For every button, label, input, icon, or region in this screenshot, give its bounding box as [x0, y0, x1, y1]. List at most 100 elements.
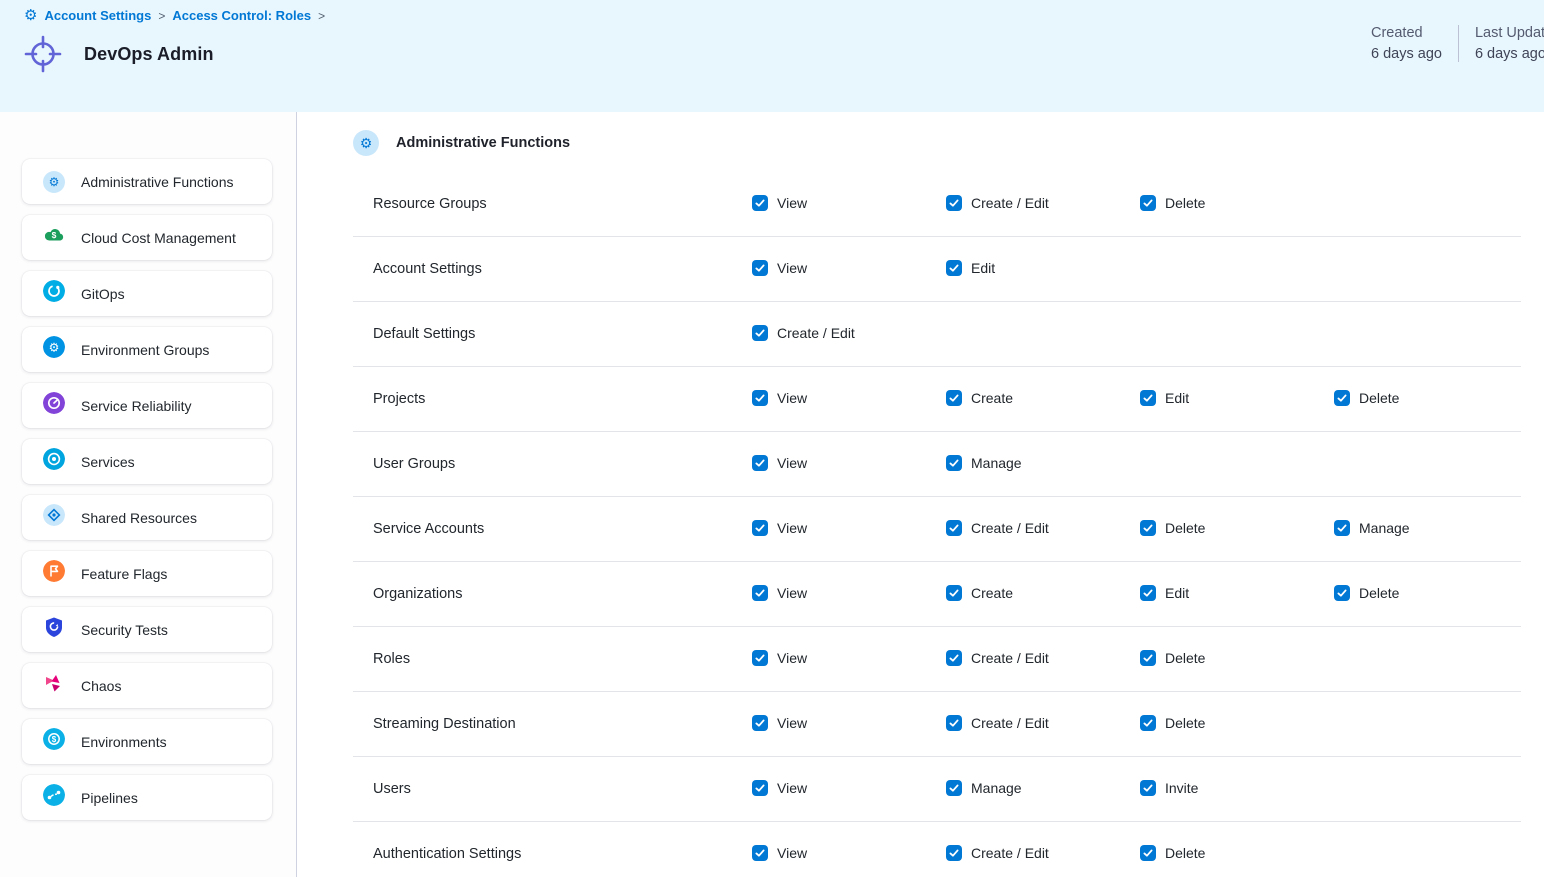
checkbox-checked[interactable]: [752, 520, 768, 536]
permission-label: Create / Edit: [971, 195, 1049, 211]
cloud-dollar-icon: $: [43, 224, 65, 251]
flag-icon: [43, 560, 65, 587]
checkbox-checked[interactable]: [752, 780, 768, 796]
checkbox-checked[interactable]: [752, 455, 768, 471]
checkbox-checked[interactable]: [1140, 520, 1156, 536]
permission-label: Manage: [1359, 520, 1410, 536]
permission-projects-edit: Edit: [1140, 390, 1189, 406]
checkbox-checked[interactable]: [1140, 715, 1156, 731]
role-meta: Created 6 days ago Last Updated 6 days a…: [1371, 25, 1544, 62]
permission-label: View: [777, 585, 807, 601]
gear-icon: ⚙: [353, 130, 379, 156]
crosshair-target-icon: [24, 35, 62, 73]
sidebar-item-chaos[interactable]: Chaos: [22, 663, 272, 708]
sidebar-item-label: Administrative Functions: [81, 174, 234, 190]
checkbox-checked[interactable]: [752, 390, 768, 406]
gitops-icon: [43, 280, 65, 307]
checkbox-checked[interactable]: [946, 715, 962, 731]
section-header: ⚙ Administrative Functions: [353, 114, 1544, 172]
checkbox-checked[interactable]: [752, 325, 768, 341]
permission-label: View: [777, 650, 807, 666]
checkbox-checked[interactable]: [946, 260, 962, 276]
permission-label: Edit: [1165, 585, 1189, 601]
checkbox-checked[interactable]: [1140, 195, 1156, 211]
sidebar-item-administrative-functions[interactable]: ⚙ Administrative Functions: [22, 159, 272, 204]
checkbox-checked[interactable]: [946, 780, 962, 796]
sidebar-item-environment-groups[interactable]: ⚙ Environment Groups: [22, 327, 272, 372]
sidebar-item-gitops[interactable]: GitOps: [22, 271, 272, 316]
permission-label: Delete: [1165, 715, 1205, 731]
section-title: Administrative Functions: [396, 135, 570, 151]
resource-label: Streaming Destination: [373, 716, 752, 732]
checkbox-checked[interactable]: [752, 845, 768, 861]
permission-organizations-view: View: [752, 585, 807, 601]
checkbox-checked[interactable]: [1140, 650, 1156, 666]
checkbox-checked[interactable]: [752, 585, 768, 601]
sidebar-item-security-tests[interactable]: Security Tests: [22, 607, 272, 652]
sidebar-item-label: Environments: [81, 734, 167, 750]
sidebar-item-environments[interactable]: $ Environments: [22, 719, 272, 764]
checkbox-checked[interactable]: [1140, 780, 1156, 796]
checkbox-checked[interactable]: [1334, 390, 1350, 406]
breadcrumb-separator: >: [158, 9, 165, 23]
sidebar-item-label: Shared Resources: [81, 510, 197, 526]
checkbox-checked[interactable]: [1140, 390, 1156, 406]
permission-projects-create: Create: [946, 390, 1013, 406]
checkbox-checked[interactable]: [946, 845, 962, 861]
permission-service-accounts-view: View: [752, 520, 807, 536]
permission-authentication-settings-create-edit: Create / Edit: [946, 845, 1049, 861]
checkbox-checked[interactable]: [946, 195, 962, 211]
permission-label: View: [777, 195, 807, 211]
created-label: Created: [1371, 25, 1442, 41]
breadcrumb-link-account-settings[interactable]: Account Settings: [44, 8, 151, 23]
permission-organizations-delete: Delete: [1334, 585, 1399, 601]
checkbox-checked[interactable]: [1140, 845, 1156, 861]
breadcrumb: ⚙ Account Settings > Access Control: Rol…: [24, 8, 1544, 23]
permission-label: Invite: [1165, 780, 1198, 796]
sidebar-item-cloud-cost-management[interactable]: $ Cloud Cost Management: [22, 215, 272, 260]
resource-label: Roles: [373, 651, 752, 667]
checkbox-checked[interactable]: [1334, 585, 1350, 601]
permission-label: View: [777, 845, 807, 861]
checkbox-checked[interactable]: [752, 195, 768, 211]
checkbox-checked[interactable]: [946, 455, 962, 471]
permission-label: Delete: [1165, 845, 1205, 861]
permission-label: Create / Edit: [971, 520, 1049, 536]
checkbox-checked[interactable]: [752, 650, 768, 666]
permission-label: View: [777, 715, 807, 731]
permission-account-settings-edit: Edit: [946, 260, 995, 276]
checkbox-checked[interactable]: [752, 715, 768, 731]
sidebar-item-label: Environment Groups: [81, 342, 209, 358]
permission-row-resource-groups: Resource Groups View Create / Edit Delet…: [353, 172, 1521, 237]
breadcrumb-separator: >: [318, 9, 325, 23]
sidebar-item-service-reliability[interactable]: Service Reliability: [22, 383, 272, 428]
permission-projects-view: View: [752, 390, 807, 406]
checkbox-checked[interactable]: [946, 520, 962, 536]
checkbox-checked[interactable]: [1140, 585, 1156, 601]
permission-roles-view: View: [752, 650, 807, 666]
sidebar-item-shared-resources[interactable]: Shared Resources: [22, 495, 272, 540]
permissions-panel: ⚙ Administrative Functions Resource Grou…: [297, 112, 1544, 877]
permission-label: Delete: [1359, 390, 1399, 406]
checkbox-checked[interactable]: [946, 390, 962, 406]
permission-row-users: Users View Manage Invite: [353, 757, 1521, 822]
checkbox-checked[interactable]: [946, 650, 962, 666]
permission-streaming-destination-create-edit: Create / Edit: [946, 715, 1049, 731]
shared-resources-icon: [43, 504, 65, 531]
sidebar-item-services[interactable]: Services: [22, 439, 272, 484]
permission-organizations-edit: Edit: [1140, 585, 1189, 601]
permission-authentication-settings-view: View: [752, 845, 807, 861]
permission-label: View: [777, 520, 807, 536]
sidebar-item-pipelines[interactable]: Pipelines: [22, 775, 272, 820]
breadcrumb-link-access-control-roles[interactable]: Access Control: Roles: [172, 8, 311, 23]
resource-label: Account Settings: [373, 261, 752, 277]
sidebar-item-label: Service Reliability: [81, 398, 191, 414]
checkbox-checked[interactable]: [752, 260, 768, 276]
permission-label: View: [777, 260, 807, 276]
resource-label: Organizations: [373, 586, 752, 602]
checkbox-checked[interactable]: [946, 585, 962, 601]
sidebar-item-label: Feature Flags: [81, 566, 167, 582]
checkbox-checked[interactable]: [1334, 520, 1350, 536]
sidebar-item-feature-flags[interactable]: Feature Flags: [22, 551, 272, 596]
permission-label: Edit: [971, 260, 995, 276]
